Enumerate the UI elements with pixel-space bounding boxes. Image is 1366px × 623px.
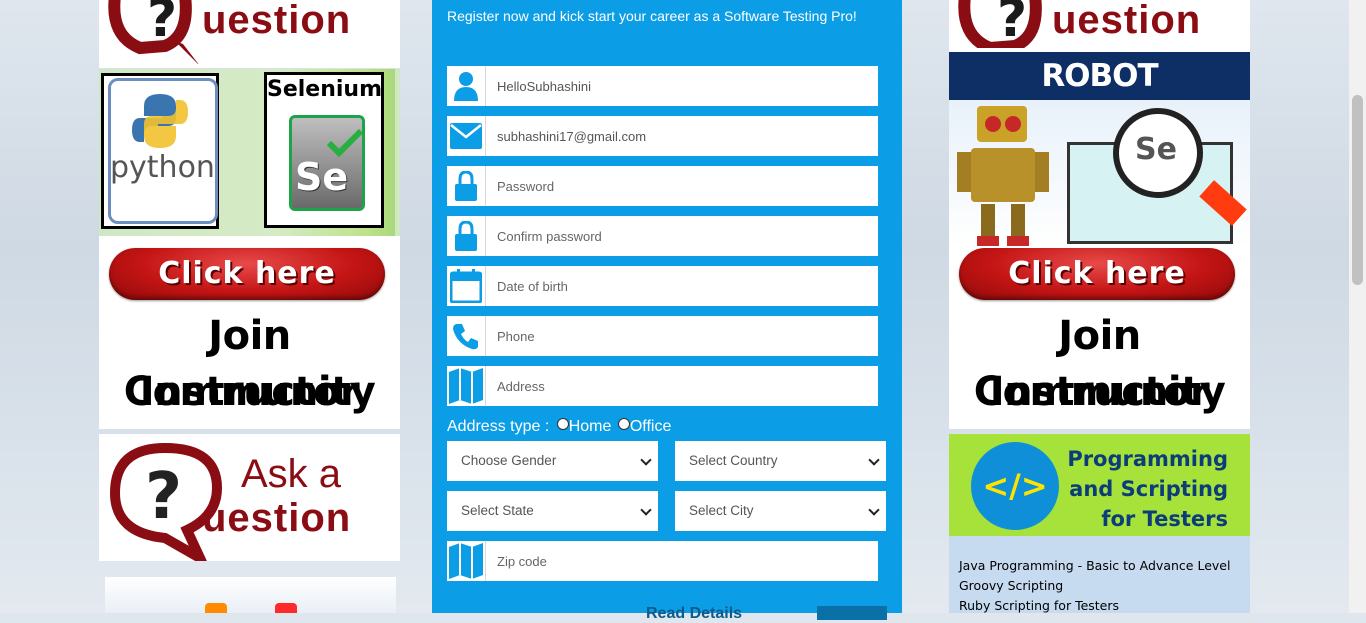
checkmark-icon bbox=[326, 128, 364, 157]
join-line-2: Community bbox=[123, 369, 376, 415]
registration-form: Register now and kick start your career … bbox=[432, 0, 902, 622]
chevron-down-icon bbox=[868, 504, 880, 516]
robot-framework-ad[interactable]: ROBOT FRAMEWORK Se bbox=[949, 52, 1250, 248]
scrollbar-thumb[interactable] bbox=[1352, 95, 1363, 285]
list-item[interactable]: Groovy Scripting bbox=[949, 576, 1250, 596]
svg-text:?: ? bbox=[997, 0, 1027, 48]
python-label: python bbox=[110, 150, 215, 185]
address-type-group: Address type : Home Office bbox=[447, 418, 671, 436]
ask-a-label: Ask a bbox=[241, 452, 342, 496]
calendar-icon bbox=[447, 266, 486, 306]
envelope-icon bbox=[447, 116, 486, 156]
city-select-value: Select City bbox=[689, 503, 754, 518]
submit-button[interactable] bbox=[817, 606, 887, 620]
country-select-value: Select Country bbox=[689, 453, 778, 468]
home-radio[interactable] bbox=[556, 418, 569, 430]
phone-field[interactable] bbox=[447, 316, 878, 356]
email-field[interactable] bbox=[447, 116, 878, 156]
map-icon bbox=[447, 366, 486, 406]
confirm-password-input[interactable] bbox=[497, 216, 867, 256]
chevron-down-icon bbox=[868, 454, 880, 466]
click-here-button[interactable]: Click here bbox=[959, 248, 1235, 300]
question-word: uestion bbox=[1052, 0, 1202, 42]
gender-select[interactable]: Choose Gender bbox=[447, 441, 658, 481]
lock-icon bbox=[447, 216, 486, 256]
python-logo: python bbox=[101, 73, 219, 229]
programming-title: Programming and Scripting for Testers bbox=[1067, 444, 1228, 534]
svg-text:?: ? bbox=[145, 460, 182, 534]
phone-icon bbox=[447, 316, 486, 356]
join-line-2: Community bbox=[973, 369, 1226, 415]
question-banner[interactable]: ? uestion bbox=[99, 0, 400, 68]
list-item[interactable]: Ruby Scripting for Testers bbox=[949, 596, 1250, 616]
programming-ad[interactable]: </> Programming and Scripting for Tester… bbox=[949, 434, 1250, 613]
password-field[interactable] bbox=[447, 166, 878, 206]
se-label: Se bbox=[295, 155, 349, 199]
python-snake-icon bbox=[132, 94, 188, 148]
read-details-text: Read Details bbox=[646, 605, 743, 622]
office-radio-label[interactable]: Office bbox=[630, 418, 672, 435]
code-icon: </> bbox=[971, 442, 1059, 530]
chevron-down-icon bbox=[640, 504, 652, 516]
python-selenium-ad[interactable]: python Selenium Se bbox=[99, 69, 400, 236]
selenium-logo: Selenium Se bbox=[264, 72, 384, 228]
magnifier-icon: Se bbox=[1113, 108, 1203, 198]
chevron-down-icon bbox=[640, 454, 652, 466]
username-input[interactable] bbox=[497, 66, 867, 106]
address-type-label: Address type : bbox=[447, 418, 554, 435]
next-ad-partial[interactable] bbox=[105, 577, 396, 613]
question-mark-icon: ? bbox=[958, 0, 1042, 48]
lock-icon bbox=[447, 166, 486, 206]
country-select[interactable]: Select Country bbox=[675, 441, 886, 481]
ask-question-ad[interactable]: ? Ask a uestion bbox=[99, 434, 400, 561]
join-instructor-ad[interactable]: Click here Join Instructor Community bbox=[949, 248, 1250, 429]
phone-input[interactable] bbox=[497, 316, 867, 356]
form-tagline: Register now and kick start your career … bbox=[447, 8, 857, 24]
programming-title-2: and Scripting bbox=[1069, 477, 1228, 501]
question-mark-icon: ? bbox=[108, 0, 199, 64]
state-select[interactable]: Select State bbox=[447, 491, 658, 531]
robot-framework-title: ROBOT FRAMEWORK bbox=[949, 52, 1250, 142]
zip-field[interactable] bbox=[447, 541, 878, 581]
zip-input[interactable] bbox=[497, 541, 867, 581]
username-field[interactable] bbox=[447, 66, 878, 106]
list-item[interactable]: Java Programming - Basic to Advance Leve… bbox=[949, 556, 1250, 576]
address-input[interactable] bbox=[497, 366, 867, 406]
robot-icon bbox=[957, 106, 1049, 246]
confirm-password-field[interactable] bbox=[447, 216, 878, 256]
dob-input[interactable] bbox=[497, 266, 867, 306]
question-word: uestion bbox=[202, 0, 352, 42]
join-instructor-ad[interactable]: Click here Join Instructor Community bbox=[99, 236, 400, 429]
home-radio-label[interactable]: Home bbox=[569, 418, 612, 435]
svg-text:?: ? bbox=[147, 0, 177, 49]
programming-title-3: for Testers bbox=[1101, 507, 1228, 531]
map-icon bbox=[447, 541, 486, 581]
gender-select-value: Choose Gender bbox=[461, 453, 557, 468]
selenium-label: Selenium bbox=[267, 77, 383, 102]
address-field[interactable] bbox=[447, 366, 878, 406]
programming-banner: </> Programming and Scripting for Tester… bbox=[949, 434, 1250, 536]
email-input[interactable] bbox=[497, 116, 867, 156]
user-icon bbox=[447, 66, 486, 106]
click-here-button[interactable]: Click here bbox=[109, 248, 385, 300]
office-radio[interactable] bbox=[617, 418, 630, 430]
programming-list: Java Programming - Basic to Advance Leve… bbox=[949, 536, 1250, 613]
question-word: uestion bbox=[202, 496, 352, 540]
dob-field[interactable] bbox=[447, 266, 878, 306]
page-scrollbar[interactable] bbox=[1349, 0, 1366, 613]
state-select-value: Select State bbox=[461, 503, 534, 518]
password-input[interactable] bbox=[497, 166, 867, 206]
question-banner[interactable]: ? uestion bbox=[949, 0, 1250, 52]
programming-title-1: Programming bbox=[1067, 447, 1228, 471]
city-select[interactable]: Select City bbox=[675, 491, 886, 531]
